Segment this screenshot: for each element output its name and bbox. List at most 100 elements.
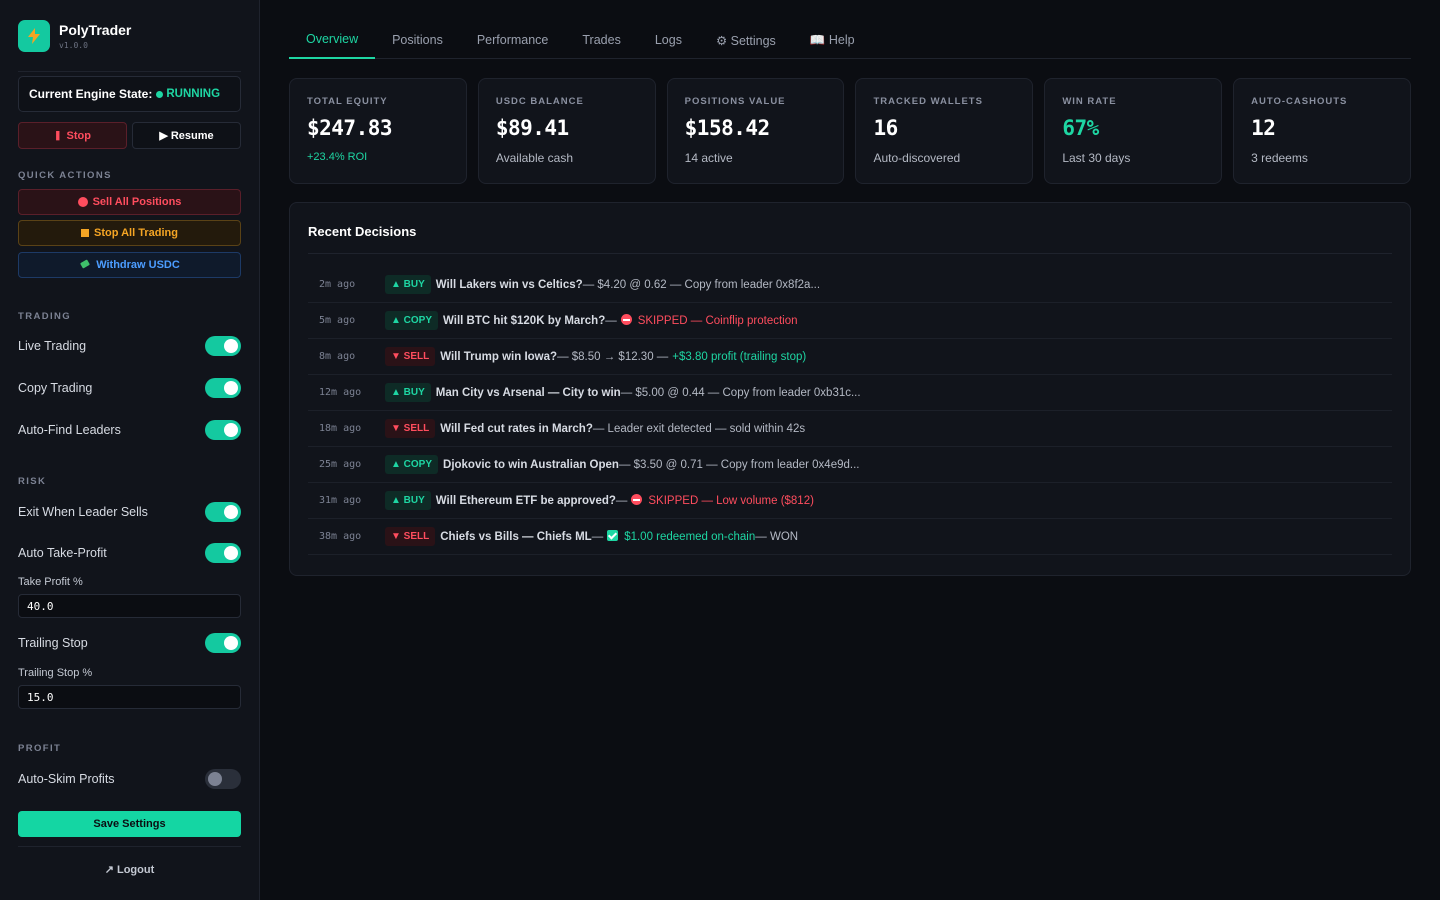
tab-positions[interactable]: Positions — [375, 21, 460, 59]
copy-badge: ▲ COPY — [385, 455, 439, 474]
copy-trading-toggle[interactable] — [205, 378, 241, 398]
copy-badge: ▲ COPY — [385, 311, 439, 330]
stat-label: WIN RATE — [1062, 96, 1117, 107]
stat-sub: Available cash — [495, 151, 573, 165]
auto-skim-label: Auto-Skim Profits — [18, 772, 115, 786]
decision-row: 31m ago ▲ BUY Will Ethereum ETF be appro… — [308, 483, 1392, 519]
market-title: Will Fed cut rates in March? — [440, 422, 593, 435]
auto-take-profit-label: Auto Take-Profit — [18, 546, 107, 560]
engine-state: Current Engine State: RUNNING — [18, 76, 241, 112]
stat-value: $158.42 — [684, 116, 771, 140]
engine-state-value: RUNNING — [166, 88, 221, 100]
decision-list: 2m ago ▲ BUY Will Lakers win vs Celtics?… — [308, 267, 1392, 555]
sell-badge: ▼ SELL — [385, 347, 436, 366]
decision-detail: — — [615, 494, 628, 507]
decision-row: 2m ago ▲ BUY Will Lakers win vs Celtics?… — [308, 267, 1392, 303]
no-entry-icon — [620, 314, 632, 325]
tab-logs[interactable]: Logs — [638, 21, 699, 59]
brand: PolyTrader v1.0.0 — [18, 0, 241, 72]
trailing-stop-toggle[interactable] — [205, 633, 241, 653]
tab-help[interactable]: 📖 Help — [793, 21, 872, 59]
decision-outcome: SKIPPED — Coinflip protection — [620, 314, 798, 327]
decision-time: 2m ago — [319, 279, 356, 290]
decision-row: 8m ago ▼ SELL Will Trump win Iowa? — $8.… — [308, 339, 1392, 375]
decision-result: — WON — [755, 530, 799, 543]
auto-take-profit-toggle[interactable] — [205, 543, 241, 563]
market-title: Djokovic to win Australian Open — [443, 458, 619, 471]
decision-time: 12m ago — [319, 387, 362, 398]
decision-detail: — $5.00 @ 0.44 — Copy from leader 0xb31c… — [620, 386, 861, 399]
take-profit-label: Take Profit % — [18, 576, 83, 588]
exit-leader-toggle[interactable] — [205, 502, 241, 522]
stop-engine-label: Stop — [66, 129, 91, 142]
withdraw-label: Withdraw USDC — [96, 259, 180, 271]
decision-time: 18m ago — [319, 423, 362, 434]
stat-value: $89.41 — [495, 116, 569, 140]
no-entry-icon — [631, 494, 643, 505]
stat-card-usdc-balance: USDC BALANCE $89.41 Available cash — [477, 78, 656, 184]
stat-value: 67% — [1062, 116, 1099, 140]
sell-all-label: Sell All Positions — [92, 196, 182, 208]
decision-detail: — — [605, 314, 617, 327]
sell-badge: ▼ SELL — [385, 527, 436, 546]
decision-outcome: $1.00 redeemed on-chain — [607, 530, 755, 543]
tab-settings[interactable]: ⚙ Settings — [699, 21, 793, 59]
recent-decisions-panel: Recent Decisions 2m ago ▲ BUY Will Laker… — [289, 202, 1411, 576]
status-dot-icon — [156, 90, 164, 98]
money-wings-icon — [79, 258, 91, 273]
market-title: Will Ethereum ETF be approved? — [435, 494, 616, 507]
stat-sub: Auto-discovered — [873, 151, 961, 165]
stat-sub: 14 active — [684, 151, 733, 165]
decision-detail: — Leader exit detected — sold within 42s — [592, 422, 806, 435]
stat-card-auto-cashouts: AUTO-CASHOUTS 12 3 redeems — [1233, 78, 1411, 184]
stop-all-trading-button[interactable]: Stop All Trading — [18, 220, 241, 246]
auto-find-leaders-toggle[interactable] — [205, 420, 241, 440]
stat-label: AUTO-CASHOUTS — [1251, 96, 1348, 107]
stat-card-positions-value: POSITIONS VALUE $158.42 14 active — [666, 78, 845, 184]
auto-skim-row: Auto-Skim Profits — [18, 769, 241, 789]
trailing-stop-percent-label: Trailing Stop % — [18, 667, 93, 679]
decision-time: 5m ago — [319, 315, 356, 326]
decision-outcome-text: SKIPPED — Coinflip protection — [637, 315, 798, 327]
stat-card-win-rate: WIN RATE 67% Last 30 days — [1044, 78, 1223, 184]
decision-outcome-text: $1.00 redeemed on-chain — [624, 531, 756, 543]
save-settings-button[interactable]: Save Settings — [18, 811, 241, 837]
stat-card-tracked-wallets: TRACKED WALLETS 16 Auto-discovered — [855, 78, 1034, 184]
stat-label: USDC BALANCE — [495, 96, 584, 107]
exit-leader-row: Exit When Leader Sells — [18, 502, 241, 522]
auto-take-profit-row: Auto Take-Profit — [18, 543, 241, 563]
auto-find-leaders-row: Auto-Find Leaders — [18, 420, 241, 440]
take-profit-input[interactable]: 40.0 — [18, 594, 241, 618]
trailing-stop-input[interactable]: 15.0 — [18, 685, 241, 709]
stats-cards: TOTAL EQUITY $247.83 +23.4% ROI USDC BAL… — [289, 78, 1411, 184]
risk-heading: RISK — [18, 476, 47, 487]
logout-link[interactable]: ↗ Logout — [18, 863, 241, 876]
trailing-stop-row: Trailing Stop — [18, 633, 241, 653]
decision-row: 38m ago ▼ SELL Chiefs vs Bills — Chiefs … — [308, 519, 1392, 555]
tab-trades[interactable]: Trades — [565, 21, 637, 59]
auto-find-leaders-label: Auto-Find Leaders — [18, 423, 121, 437]
quick-actions-heading: QUICK ACTIONS — [18, 170, 112, 181]
tab-overview[interactable]: Overview — [289, 21, 376, 59]
sell-all-positions-button[interactable]: Sell All Positions — [18, 189, 241, 215]
decision-outcome-text: SKIPPED — Low volume ($812) — [648, 495, 814, 507]
live-trading-row: Live Trading — [18, 336, 241, 356]
auto-skim-toggle[interactable] — [205, 769, 241, 789]
stat-label: TRACKED WALLETS — [873, 96, 983, 107]
exit-leader-label: Exit When Leader Sells — [18, 505, 148, 519]
live-trading-toggle[interactable] — [205, 336, 241, 356]
stat-value: 12 — [1251, 116, 1276, 140]
stat-sub: Last 30 days — [1062, 151, 1131, 165]
stat-label: TOTAL EQUITY — [307, 96, 388, 107]
resume-engine-button[interactable]: ▶ Resume — [132, 122, 241, 149]
decision-detail: — $8.50 → $12.30 — — [557, 350, 669, 363]
stop-engine-button[interactable]: ❚ Stop — [18, 122, 127, 149]
tab-performance[interactable]: Performance — [460, 21, 566, 59]
bolt-logo-icon — [18, 19, 50, 52]
withdraw-usdc-button[interactable]: Withdraw USDC — [18, 252, 241, 278]
market-title: Chiefs vs Bills — Chiefs ML — [440, 530, 592, 543]
decision-detail: — — [591, 530, 604, 543]
stop-all-label: Stop All Trading — [94, 227, 178, 239]
decision-time: 31m ago — [319, 495, 362, 506]
recent-decisions-title: Recent Decisions — [308, 203, 1392, 254]
